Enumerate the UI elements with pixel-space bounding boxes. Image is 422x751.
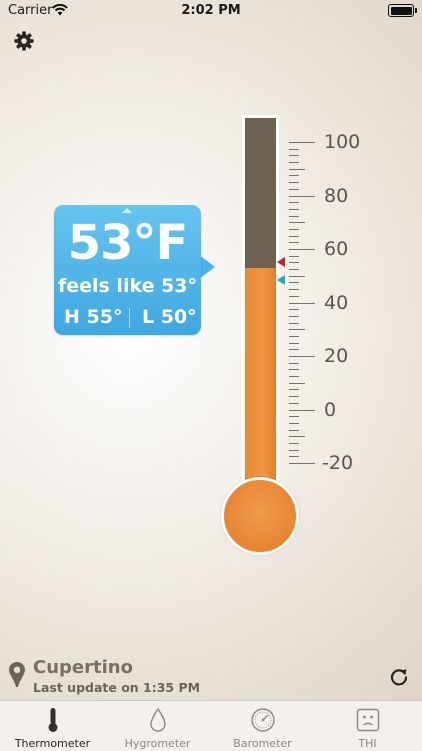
minor-tick [289,315,299,317]
scale-label: 0 [324,398,337,421]
thermometer-empty-column [245,118,276,268]
last-update-label: Last update on 1:35 PM [33,680,201,695]
minor-tick [289,228,299,230]
scale-label: 60 [324,238,349,260]
minor-tick [289,215,299,217]
minor-tick [289,362,299,364]
bubble-caret-icon [122,208,132,213]
minor-tick [289,168,305,170]
minor-tick [289,329,305,331]
tab-barometer[interactable]: Barometer [210,701,315,751]
minor-tick [289,182,299,184]
minor-tick [289,289,299,291]
thermometer-icon [48,708,58,732]
scale-label: 100 [324,131,361,153]
settings-gear-icon[interactable] [13,30,35,52]
temperature-scale: 100 80 60 40 20 0 -20 [0,0,422,750]
droplet-icon [150,707,166,732]
major-tick [289,249,315,250]
thermometer-bulb [221,477,299,555]
minor-tick [289,442,299,444]
status-bar: Carrier 2:02 PM [0,0,422,22]
low-temperature: L 50° [142,306,197,328]
minor-tick [289,349,299,351]
bubble-pointer [199,255,215,279]
minor-tick [289,208,299,210]
scale-label: -20 [322,452,354,474]
high-marker-icon [277,257,285,268]
minor-tick [289,322,299,324]
tab-label: Hygrometer [124,737,191,750]
gauge-icon [251,708,275,732]
minor-tick [289,456,299,458]
temperature-bubble[interactable]: 53°F feels like 53° H 55° L 50° [54,205,201,335]
tab-thi[interactable]: THI [315,701,420,751]
minor-tick [289,162,299,164]
minor-tick [289,422,299,424]
minor-tick [289,188,299,190]
minor-tick [289,235,299,237]
minor-tick [289,255,299,257]
minor-tick [289,429,299,431]
major-tick [289,409,315,411]
low-marker-icon [277,274,285,285]
minor-tick [289,295,299,297]
tab-bar: Thermometer Hygrometer Barometer THI [0,700,422,751]
minor-tick [289,376,299,378]
minor-tick [289,262,299,264]
battery-icon [388,4,417,17]
feels-like-temperature: feels like 53° [57,275,198,297]
minor-tick [289,222,305,224]
minor-tick [289,382,305,384]
minor-tick [289,449,299,451]
minor-tick [289,269,299,271]
minor-tick [289,369,299,371]
minor-tick [289,416,299,418]
minor-tick [289,342,299,344]
major-tick [289,142,315,143]
location-city: Cupertino [33,657,133,678]
scale-label: 40 [324,291,349,314]
minor-tick [289,282,299,284]
high-low-divider [129,308,130,328]
minor-tick [289,155,299,157]
major-tick [289,463,315,464]
minor-tick [289,148,299,150]
tab-label: Barometer [233,737,292,750]
minor-tick [289,309,299,311]
minor-tick [289,436,305,438]
high-temperature: H 55° [64,306,123,328]
minor-tick [289,396,299,398]
sad-face-icon [356,708,380,732]
scale-label: 80 [324,184,349,207]
current-temperature: 53°F [67,215,189,271]
tab-label: Thermometer [14,737,91,750]
location-pin-icon [9,662,25,687]
tab-thermometer[interactable]: Thermometer [0,701,105,751]
minor-tick [289,202,299,204]
tab-label: THI [358,737,377,750]
major-tick [289,302,315,304]
minor-tick [289,242,299,244]
minor-tick [289,175,299,177]
major-tick [289,195,315,197]
minor-tick [289,402,299,404]
refresh-icon[interactable] [389,667,409,687]
status-time: 2:02 PM [181,3,241,18]
major-tick [289,356,315,357]
minor-tick [289,335,299,337]
minor-tick [289,275,305,277]
tab-hygrometer[interactable]: Hygrometer [105,701,210,751]
minor-tick [289,389,299,391]
thermometer-mercury [245,267,276,495]
scale-label: 20 [324,345,349,367]
